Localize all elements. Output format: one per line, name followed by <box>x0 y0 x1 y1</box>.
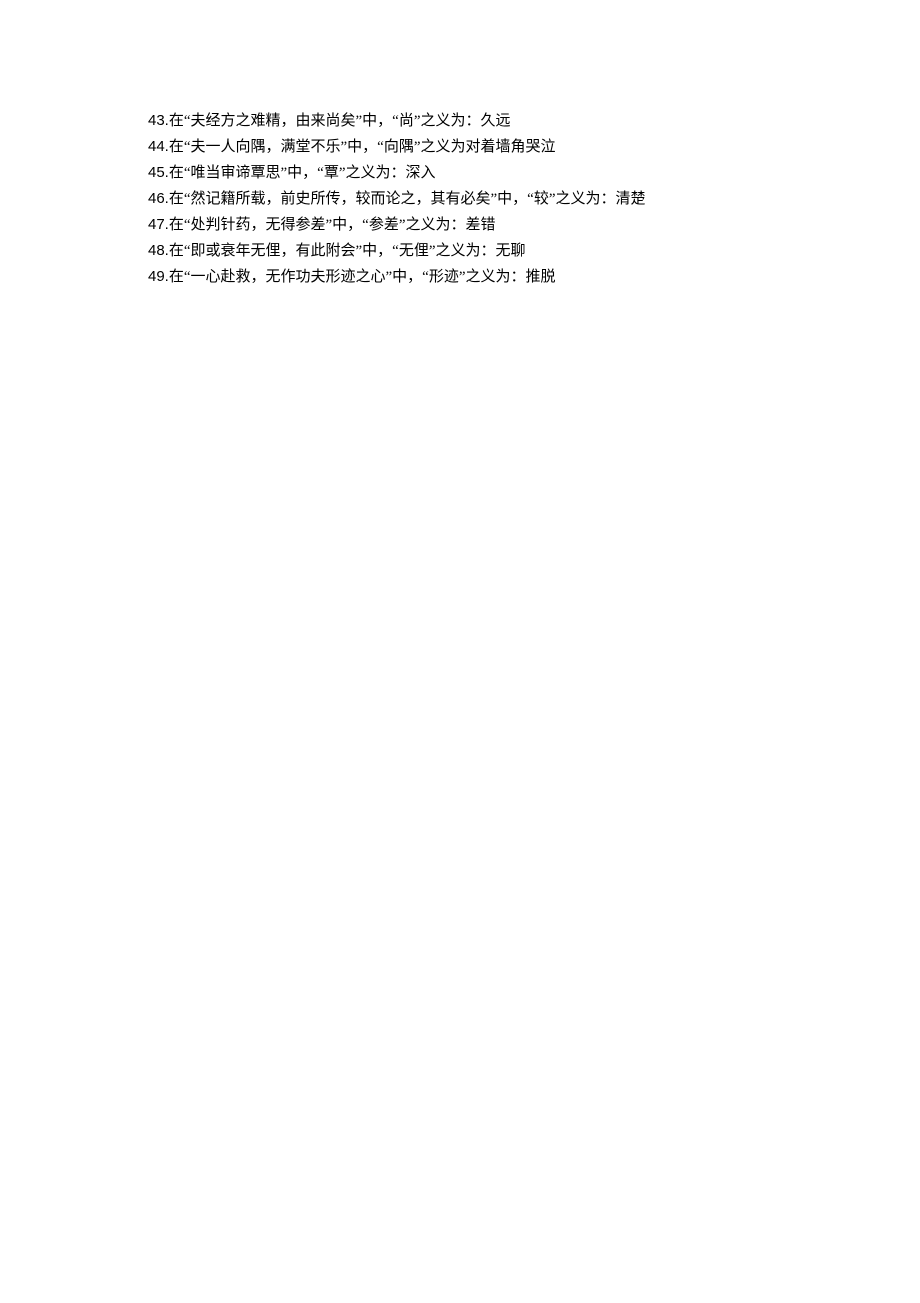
item-number: 46. <box>148 190 169 207</box>
item-text: 在“夫一人向隅，满堂不乐”中，“向隅”之义为对着墙角哭泣 <box>169 139 556 155</box>
item-text: 在“处判针药，无得参差”中，“参差”之义为：差错 <box>169 217 496 233</box>
item-number: 43. <box>148 112 169 129</box>
list-item: 48.在“即或衰年无俚，有此附会”中，“无俚”之义为：无聊 <box>148 238 810 264</box>
list-item: 49.在“一心赴救，无作功夫形迹之心”中，“形迹”之义为：推脱 <box>148 264 810 290</box>
item-text: 在“夫经方之难精，由来尚矣”中，“尚”之义为：久远 <box>169 113 511 129</box>
item-number: 44. <box>148 138 169 155</box>
item-number: 47. <box>148 216 169 233</box>
item-number: 49. <box>148 268 169 285</box>
item-number: 45. <box>148 164 169 181</box>
item-text: 在“然记籍所载，前史所传，较而论之，其有必矣”中，“较”之义为：清楚 <box>169 191 646 207</box>
list-item: 44.在“夫一人向隅，满堂不乐”中，“向隅”之义为对着墙角哭泣 <box>148 134 810 160</box>
item-text: 在“即或衰年无俚，有此附会”中，“无俚”之义为：无聊 <box>169 243 526 259</box>
item-text: 在“唯当审谛覃思”中，“覃”之义为：深入 <box>169 165 436 181</box>
item-text: 在“一心赴救，无作功夫形迹之心”中，“形迹”之义为：推脱 <box>169 269 556 285</box>
list-item: 43.在“夫经方之难精，由来尚矣”中，“尚”之义为：久远 <box>148 108 810 134</box>
list-item: 45.在“唯当审谛覃思”中，“覃”之义为：深入 <box>148 160 810 186</box>
document-content: 43.在“夫经方之难精，由来尚矣”中，“尚”之义为：久远 44.在“夫一人向隅，… <box>148 108 810 290</box>
list-item: 46.在“然记籍所载，前史所传，较而论之，其有必矣”中，“较”之义为：清楚 <box>148 186 810 212</box>
list-item: 47.在“处判针药，无得参差”中，“参差”之义为：差错 <box>148 212 810 238</box>
item-number: 48. <box>148 242 169 259</box>
